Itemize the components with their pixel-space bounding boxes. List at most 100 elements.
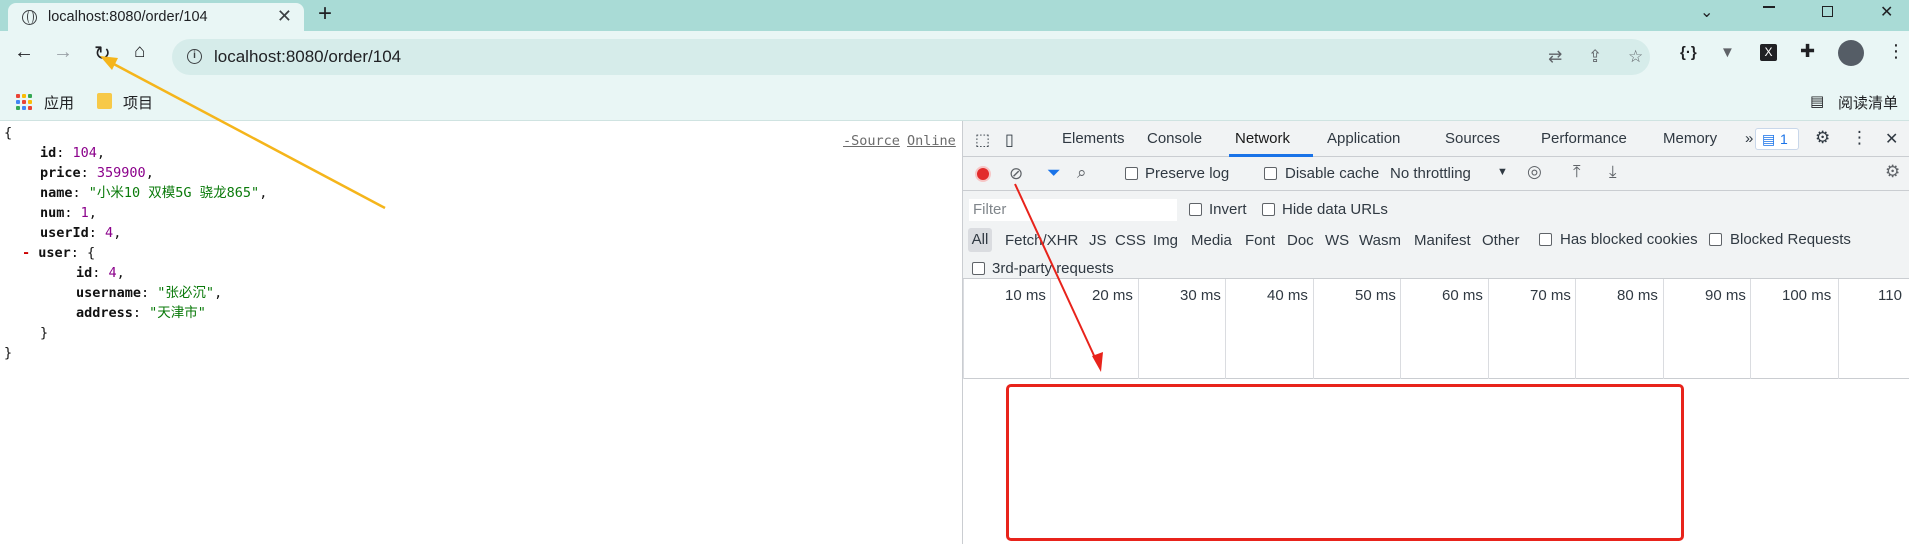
invert-label: Invert [1209, 201, 1247, 218]
record-icon[interactable] [975, 166, 991, 182]
new-tab-button[interactable]: + [318, 0, 332, 28]
type-filter-css[interactable]: CSS [1115, 232, 1146, 249]
clear-icon[interactable]: ⊘ [1009, 164, 1023, 184]
translate-icon[interactable]: ⇄ [1548, 47, 1562, 67]
throttling-select[interactable]: No throttling [1390, 165, 1471, 182]
type-filter-manifest[interactable]: Manifest [1414, 232, 1471, 249]
json-line-username: username: "张必沉", [76, 285, 223, 301]
type-filter-img[interactable]: Img [1153, 232, 1178, 249]
json-line-name: name: "小米10 双模5G 骁龙865", [40, 185, 268, 201]
minimize-icon[interactable] [1763, 6, 1775, 8]
third-party-checkbox[interactable] [972, 262, 985, 275]
tab-application[interactable]: Application [1327, 130, 1400, 147]
avatar[interactable] [1838, 40, 1864, 66]
timeline-tick: 100 ms [1782, 287, 1832, 304]
share-icon[interactable]: ⇪ [1588, 47, 1602, 67]
inspect-element-icon[interactable]: ⬚ [975, 130, 990, 150]
browser-tab[interactable]: localhost:8080/order/104 ✕ [8, 3, 304, 31]
network-settings-icon[interactable]: ⚙ [1885, 162, 1900, 182]
reading-list-label[interactable]: 阅读清单 [1838, 92, 1898, 113]
type-filter-font[interactable]: Font [1245, 232, 1275, 249]
disable-cache-checkbox[interactable] [1264, 167, 1277, 180]
type-filter-ws[interactable]: WS [1325, 232, 1349, 249]
devtools-tab-bar: ⬚ ▯ Elements Console Network Application… [963, 121, 1909, 157]
tab-network[interactable]: Network [1235, 130, 1290, 147]
type-filter-fetch-xhr[interactable]: Fetch/XHR [1005, 232, 1078, 249]
bookmark-star-icon[interactable]: ☆ [1628, 47, 1643, 67]
network-conditions-icon[interactable]: ◎ [1527, 162, 1542, 182]
filter-icon[interactable]: ⏷ [1047, 163, 1061, 183]
globe-icon [22, 10, 37, 25]
hide-data-urls-checkbox[interactable] [1262, 203, 1275, 216]
invert-checkbox[interactable] [1189, 203, 1202, 216]
type-filter-js[interactable]: JS [1089, 232, 1107, 249]
x-extension-icon[interactable]: X [1760, 44, 1777, 61]
device-toolbar-icon[interactable]: ▯ [1005, 130, 1014, 150]
type-filter-media[interactable]: Media [1191, 232, 1232, 249]
tab-performance[interactable]: Performance [1541, 130, 1627, 147]
preserve-log-checkbox[interactable] [1125, 167, 1138, 180]
reload-icon[interactable]: ↻ [94, 41, 111, 66]
json-extension-icon[interactable]: {·} [1680, 44, 1697, 61]
apps-grid-icon[interactable] [16, 94, 32, 110]
filter-input[interactable]: Filter [969, 199, 1177, 221]
blocked-requests-label: Blocked Requests [1730, 231, 1851, 248]
menu-kebab-icon[interactable]: ⋮ [1887, 41, 1905, 62]
online-link[interactable]: Online [907, 131, 956, 152]
search-icon[interactable]: ⌕ [1077, 163, 1087, 183]
collapse-toggle[interactable]: - [22, 245, 30, 261]
timeline-tick: 50 ms [1355, 287, 1396, 304]
reading-list-icon[interactable]: ▤ [1810, 92, 1824, 110]
network-toolbar: ⊘ ⏷ ⌕ Preserve log Disable cache No thro… [963, 157, 1909, 191]
json-close-brace: } [4, 345, 13, 361]
json-line-address: address: "天津市" [76, 305, 206, 321]
tab-console[interactable]: Console [1147, 130, 1202, 147]
bookmark-projects[interactable]: 项目 [123, 92, 153, 113]
json-line-price: price: 359900, [40, 165, 154, 181]
json-user-close: } [40, 325, 49, 341]
tab-elements[interactable]: Elements [1062, 130, 1125, 147]
tab-title: localhost:8080/order/104 [48, 9, 208, 25]
timeline-tick: 20 ms [1092, 287, 1133, 304]
vue-extension-icon[interactable]: ▼ [1720, 44, 1735, 61]
info-icon[interactable]: i [187, 49, 202, 64]
issues-badge[interactable]: ▤ 1 [1755, 128, 1799, 150]
url-text[interactable]: localhost:8080/order/104 [214, 47, 401, 67]
blocked-requests-checkbox[interactable] [1709, 233, 1722, 246]
chevron-down-icon[interactable]: ▼ [1497, 166, 1508, 178]
import-har-icon[interactable]: ⤒ [1573, 162, 1581, 182]
restore-icon[interactable] [1822, 6, 1833, 17]
tab-sources[interactable]: Sources [1445, 130, 1500, 147]
timeline-tick: 30 ms [1180, 287, 1221, 304]
devtools-menu-icon[interactable]: ⋮ [1851, 128, 1868, 148]
json-line-user[interactable]: - user: { [22, 243, 95, 264]
browser-toolbar: ← → ↻ ⌂ i localhost:8080/order/104 ⇄ ⇪ ☆… [0, 31, 1909, 83]
json-line-id: id: 104, [40, 145, 106, 161]
type-filter-all[interactable]: All [968, 228, 992, 252]
extensions-puzzle-icon[interactable]: ✚ [1800, 41, 1815, 62]
more-tabs-icon[interactable]: » [1745, 130, 1753, 147]
timeline-tick: 80 ms [1617, 287, 1658, 304]
preserve-log-label: Preserve log [1145, 165, 1230, 182]
blocked-cookies-checkbox[interactable] [1539, 233, 1552, 246]
bookmark-apps[interactable]: 应用 [44, 92, 74, 113]
export-har-icon[interactable]: ⤓ [1609, 162, 1617, 182]
close-devtools-icon[interactable]: ✕ [1885, 129, 1898, 149]
hide-data-urls-label: Hide data URLs [1282, 201, 1388, 218]
forward-icon[interactable]: → [53, 41, 73, 64]
back-icon[interactable]: ← [14, 41, 34, 64]
settings-gear-icon[interactable]: ⚙ [1815, 128, 1830, 148]
bookmarks-bar: 应用 项目 ▤ 阅读清单 [0, 83, 1909, 121]
json-open-brace: { [4, 125, 13, 141]
tab-memory[interactable]: Memory [1663, 130, 1717, 147]
home-icon[interactable]: ⌂ [134, 41, 145, 63]
address-bar[interactable]: i localhost:8080/order/104 ⇄ ⇪ ☆ [172, 39, 1650, 75]
close-tab-icon[interactable]: ✕ [277, 6, 292, 27]
source-link[interactable]: -Source [843, 131, 900, 152]
type-filter-wasm[interactable]: Wasm [1359, 232, 1401, 249]
issues-icon: ▤ [1762, 131, 1776, 147]
close-window-icon[interactable]: ✕ [1880, 2, 1893, 22]
type-filter-doc[interactable]: Doc [1287, 232, 1314, 249]
type-filter-other[interactable]: Other [1482, 232, 1520, 249]
tab-search-icon[interactable]: ⌄ [1700, 2, 1713, 22]
